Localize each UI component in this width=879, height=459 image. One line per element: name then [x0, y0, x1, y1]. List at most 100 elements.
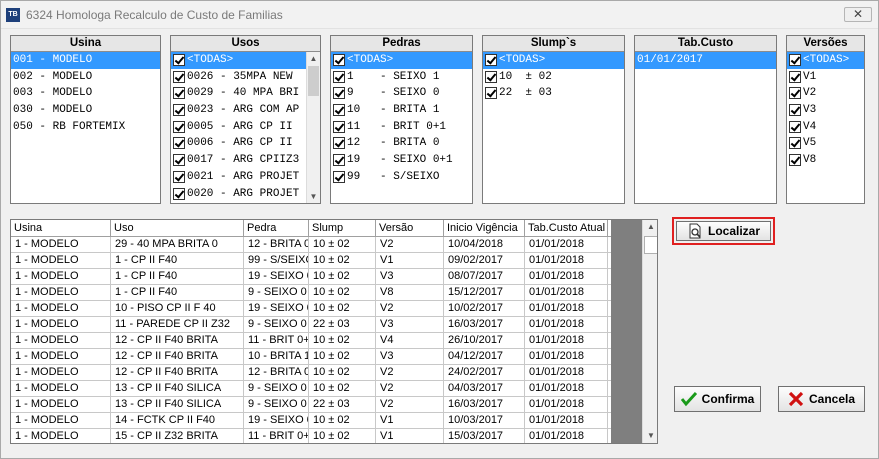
checkbox-checked-icon[interactable] [789, 87, 801, 100]
checkbox-checked-icon[interactable] [485, 87, 497, 100]
checkbox-checked-icon[interactable] [173, 170, 185, 183]
column-header[interactable]: Inicio Vigência [444, 220, 525, 237]
versoes-item[interactable]: V3 [787, 102, 864, 119]
pedras-item[interactable]: 1 - SEIXO 1 [331, 69, 472, 86]
versoes-item[interactable]: V4 [787, 119, 864, 136]
checkbox-checked-icon[interactable] [173, 120, 185, 133]
pedras-item[interactable]: <TODAS> [331, 52, 472, 69]
versoes-item[interactable]: V2 [787, 85, 864, 102]
versoes-listbox[interactable]: Versões <TODAS> V1 V2 V3 V4 V5 V8 [786, 35, 865, 204]
table-row[interactable]: 1 - MODELO 29 - 40 MPA BRITA 0 12 - BRITA … [11, 237, 611, 253]
cancela-button[interactable]: Cancela [778, 386, 865, 412]
checkbox-checked-icon[interactable] [173, 54, 185, 66]
tab-custo-list[interactable]: 01/01/2017 [635, 52, 776, 203]
table-row[interactable]: 1 - MODELO 1 - CP II F40 99 - S/SEIXO 10 ± … [11, 253, 611, 269]
checkbox-checked-icon[interactable] [173, 137, 185, 150]
table-row[interactable]: 1 - MODELO 11 - PAREDE CP II Z32 9 - SEIXO… [11, 317, 611, 333]
close-button[interactable]: ✕ [844, 7, 872, 22]
table-row[interactable]: 1 - MODELO1 - CP II F4019 - SEIXO 0+110 … [11, 269, 611, 285]
checkbox-checked-icon[interactable] [333, 87, 345, 100]
usos-scrollbar[interactable]: ▲ ▼ [306, 52, 320, 203]
versoes-item[interactable]: V1 [787, 69, 864, 86]
checkbox-checked-icon[interactable] [173, 154, 185, 167]
confirma-button[interactable]: Confirma [674, 386, 761, 412]
column-header[interactable]: Tab.Custo Atual [525, 220, 608, 237]
pedras-item[interactable]: 99 - S/SEIXO [331, 169, 472, 186]
pedras-item[interactable]: 12 - BRITA 0 [331, 135, 472, 152]
versoes-item[interactable]: V8 [787, 152, 864, 169]
usina-item[interactable]: 002 - MODELO [11, 69, 160, 86]
usina-list[interactable]: 001 - MODELO 002 - MODELO 003 - MODELO 030 … [11, 52, 160, 203]
usina-item[interactable]: 003 - MODELO [11, 85, 160, 102]
checkbox-checked-icon[interactable] [333, 137, 345, 150]
scroll-up-icon[interactable]: ▲ [644, 220, 657, 234]
slumps-item[interactable]: <TODAS> [483, 52, 624, 69]
checkbox-checked-icon[interactable] [173, 87, 185, 100]
checkbox-checked-icon[interactable] [333, 70, 345, 83]
table-row[interactable]: 1 - MODELO 13 - CP II F40 SILICA 9 - SEIXO… [11, 381, 611, 397]
scroll-up-icon[interactable]: ▲ [307, 52, 320, 65]
usos-item[interactable]: 0029 - 40 MPA BRI [171, 85, 306, 102]
table-row[interactable]: 1 - MODELO 12 - CP II F40 BRITA 11 - BRIT … [11, 333, 611, 349]
usos-list[interactable]: <TODAS> 0026 - 35MPA NEW 0029 - 40 MPA BRI… [171, 52, 306, 203]
checkbox-checked-icon[interactable] [333, 104, 345, 117]
checkbox-checked-icon[interactable] [173, 70, 185, 83]
pedras-listbox[interactable]: Pedras <TODAS> 1 - SEIXO 1 9 - SEIXO 0 10 -… [330, 35, 473, 204]
grid-scrollbar[interactable]: ▲ ▼ [642, 220, 657, 443]
checkbox-checked-icon[interactable] [485, 70, 497, 83]
scroll-down-icon[interactable]: ▼ [644, 429, 657, 443]
localizar-button[interactable]: Localizar [676, 221, 771, 241]
table-row[interactable]: 1 - MODELO 10 - PISO CP II F 40 19 - SEIXO… [11, 301, 611, 317]
pedras-item[interactable]: 9 - SEIXO 0 [331, 85, 472, 102]
table-row[interactable]: 1 - MODELO 13 - CP II F40 SILICA 9 - SEIXO… [11, 397, 611, 413]
checkbox-checked-icon[interactable] [173, 187, 185, 200]
grid-rows[interactable]: 1 - MODELO 29 - 40 MPA BRITA 0 12 - BRITA … [11, 237, 611, 443]
tab-custo-item[interactable]: 01/01/2017 [635, 52, 776, 69]
versoes-list[interactable]: <TODAS> V1 V2 V3 V4 V5 V8 [787, 52, 864, 203]
usos-item[interactable]: <TODAS> [171, 52, 306, 69]
pedras-item[interactable]: 19 - SEIXO 0+1 [331, 152, 472, 169]
checkbox-checked-icon[interactable] [789, 120, 801, 133]
pedras-list[interactable]: <TODAS> 1 - SEIXO 1 9 - SEIXO 0 10 - BRITA … [331, 52, 472, 203]
checkbox-checked-icon[interactable] [789, 154, 801, 167]
checkbox-checked-icon[interactable] [789, 137, 801, 150]
scroll-down-icon[interactable]: ▼ [307, 190, 320, 203]
results-grid[interactable]: Usina Uso Pedra Slump Versão Inicio Vigência T… [10, 219, 658, 444]
checkbox-checked-icon[interactable] [485, 54, 497, 66]
usos-item[interactable]: 0021 - ARG PROJET [171, 169, 306, 186]
usina-item[interactable]: 030 - MODELO [11, 102, 160, 119]
table-row[interactable]: 1 - MODELO 15 - CP II Z32 BRITA 11 - BRIT … [11, 429, 611, 443]
column-header[interactable]: Versão [376, 220, 444, 237]
versoes-item[interactable]: V5 [787, 135, 864, 152]
usos-item[interactable]: 0006 - ARG CP II [171, 135, 306, 152]
checkbox-checked-icon[interactable] [789, 104, 801, 117]
column-header[interactable]: Uso [111, 220, 244, 237]
table-row[interactable]: 1 - MODELO 12 - CP II F40 BRITA 10 - BRITA… [11, 349, 611, 365]
checkbox-checked-icon[interactable] [333, 54, 345, 66]
checkbox-checked-icon[interactable] [173, 104, 185, 117]
grid-scroll-thumb[interactable] [644, 236, 657, 254]
column-header[interactable]: Slump [309, 220, 376, 237]
checkbox-checked-icon[interactable] [333, 170, 345, 183]
pedras-item[interactable]: 10 - BRITA 1 [331, 102, 472, 119]
slumps-item[interactable]: 10 ± 02 [483, 69, 624, 86]
checkbox-checked-icon[interactable] [333, 120, 345, 133]
usina-item[interactable]: 001 - MODELO [11, 52, 160, 69]
versoes-item[interactable]: <TODAS> [787, 52, 864, 69]
usos-item[interactable]: 0020 - ARG PROJET [171, 186, 306, 203]
checkbox-checked-icon[interactable] [789, 70, 801, 83]
usos-item[interactable]: 0026 - 35MPA NEW [171, 69, 306, 86]
pedras-item[interactable]: 11 - BRIT 0+1 [331, 119, 472, 136]
usos-listbox[interactable]: Usos <TODAS> 0026 - 35MPA NEW 0029 - 40 MP… [170, 35, 321, 204]
slumps-list[interactable]: <TODAS> 10 ± 02 22 ± 03 [483, 52, 624, 203]
tab-custo-listbox[interactable]: Tab.Custo 01/01/2017 [634, 35, 777, 204]
slumps-listbox[interactable]: Slump`s <TODAS> 10 ± 02 22 ± 03 [482, 35, 625, 204]
table-row[interactable]: 1 - MODELO 12 - CP II F40 BRITA 12 - BRITA… [11, 365, 611, 381]
usina-listbox[interactable]: Usina 001 - MODELO 002 - MODELO 003 - MODE… [10, 35, 161, 204]
usina-item[interactable]: 050 - RB FORTEMIX [11, 119, 160, 136]
usos-item[interactable]: 0017 - ARG CPIIZ3 [171, 152, 306, 169]
table-row[interactable]: 1 - MODELO 1 - CP II F40 9 - SEIXO 0 10 ± 0… [11, 285, 611, 301]
checkbox-checked-icon[interactable] [333, 154, 345, 167]
usos-item[interactable]: 0023 - ARG COM AP [171, 102, 306, 119]
usos-item[interactable]: 0005 - ARG CP II [171, 119, 306, 136]
